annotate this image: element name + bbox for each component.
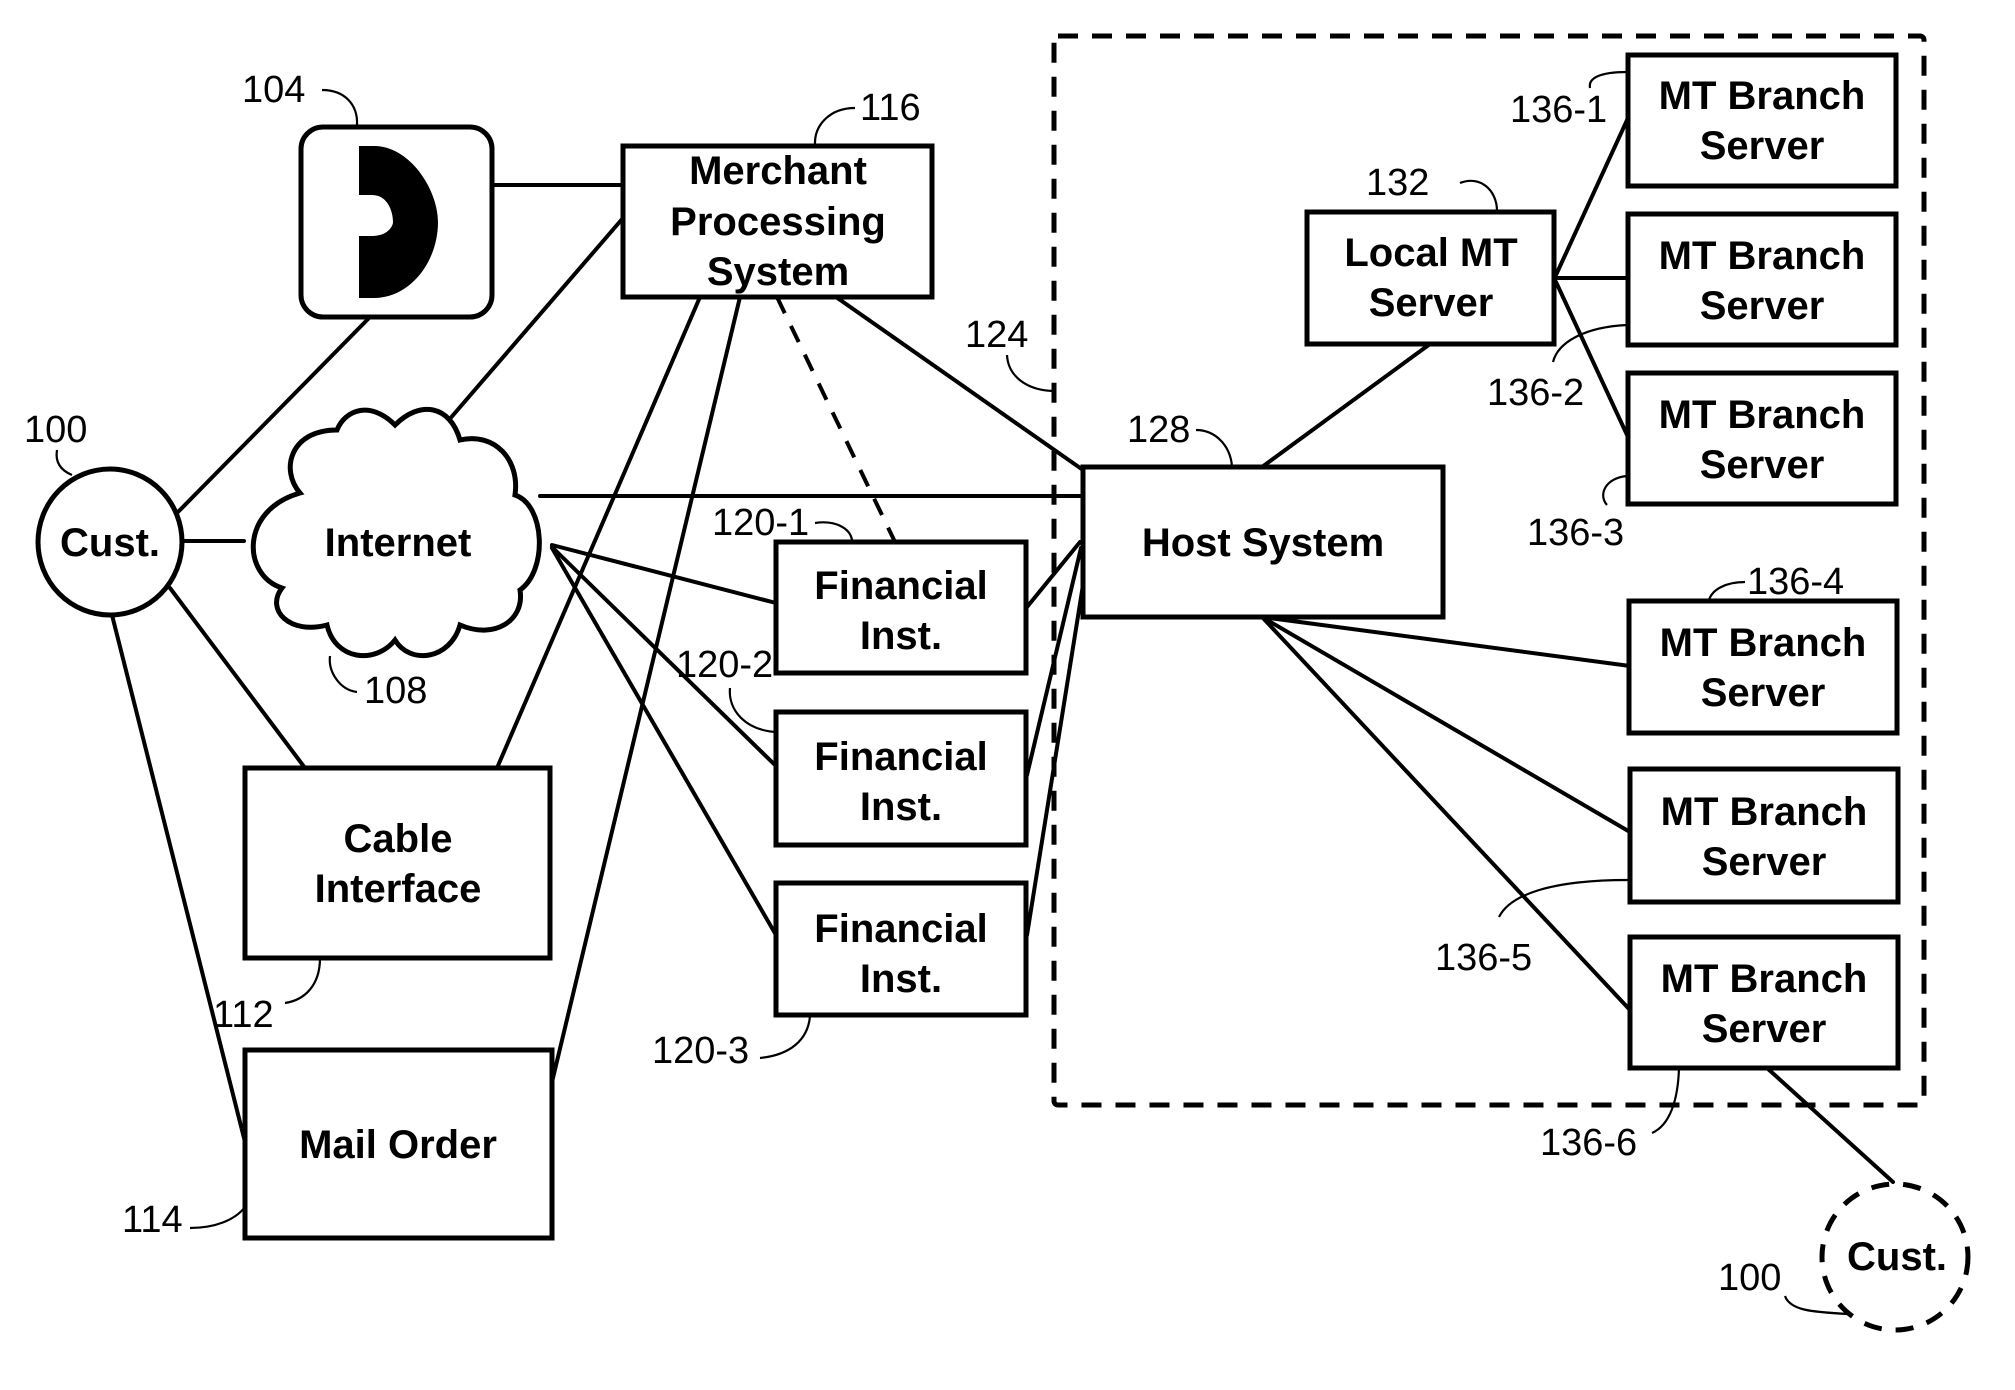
host-system-node[interactable]: Host System <box>1080 464 1446 620</box>
ref-120-3: 120-3 <box>652 1030 749 1072</box>
leader-114 <box>189 1206 246 1230</box>
financial-label-line2: Inst. <box>860 957 942 1001</box>
mt-branch-server-node-6[interactable]: MT Branch Server <box>1627 934 1901 1071</box>
local-mt-label-line2: Server <box>1369 281 1494 325</box>
remote-customer-node[interactable]: Cust. <box>1819 1181 1971 1333</box>
leader-136-3 <box>1602 474 1628 506</box>
branch-label-line1: MT Branch <box>1660 621 1867 665</box>
mt-branch-server-node-3[interactable]: MT Branch Server <box>1625 370 1899 507</box>
remote-customer-label: Cust. <box>1847 1235 1947 1279</box>
ref-136-6: 136-6 <box>1540 1122 1637 1164</box>
mt-branch-server-node-4[interactable]: MT Branch Server <box>1626 598 1900 736</box>
financial-label-line1: Financial <box>814 735 987 779</box>
leader-136-4 <box>1707 580 1746 601</box>
merchant-processing-node[interactable]: Merchant Processing System <box>620 143 935 300</box>
leader-120-1 <box>814 521 854 541</box>
leader-124 <box>1005 354 1054 393</box>
link-localmt-branch1 <box>1554 116 1630 277</box>
branch-label-line1: MT Branch <box>1659 74 1866 118</box>
ref-120-2: 120-2 <box>676 644 773 686</box>
local-mt-label-line1: Local MT <box>1344 231 1517 275</box>
link-internet-fi1 <box>550 543 778 605</box>
mt-branch-server-node-5[interactable]: MT Branch Server <box>1627 766 1901 905</box>
link-mailorder-merchant <box>550 295 742 1084</box>
ref-104: 104 <box>242 69 305 111</box>
branch-label-line2: Server <box>1701 671 1826 715</box>
cable-label-line1: Cable <box>344 817 453 861</box>
branch-label-line2: Server <box>1702 1007 1827 1051</box>
host-label: Host System <box>1142 521 1384 565</box>
leader-116 <box>813 106 856 146</box>
mail-order-label: Mail Order <box>299 1123 497 1167</box>
financial-inst-node-1[interactable]: Financial Inst. <box>773 539 1029 676</box>
leader-108 <box>328 655 358 694</box>
branch-label-line1: MT Branch <box>1661 790 1868 834</box>
leader-136-6 <box>1651 1067 1681 1135</box>
ref-116: 116 <box>860 87 921 129</box>
financial-label-line1: Financial <box>814 564 987 608</box>
telephone-node[interactable] <box>298 124 495 320</box>
leader-128 <box>1195 428 1234 467</box>
mt-branch-server-node-1[interactable]: MT Branch Server <box>1625 52 1899 189</box>
branch-label-line1: MT Branch <box>1659 393 1866 437</box>
link-cust-mailorder <box>110 613 247 1144</box>
merchant-label-line3: System <box>707 250 849 294</box>
branch-label-line2: Server <box>1700 284 1825 328</box>
network-diagram: Cust. Internet Cable Interface Mail Orde… <box>24 33 1971 1333</box>
ref-112: 112 <box>213 994 274 1036</box>
link-host-branch4 <box>1260 615 1632 668</box>
branch-label-line1: MT Branch <box>1659 234 1866 278</box>
cable-label-line2: Interface <box>315 867 482 911</box>
ref-100-remote: 100 <box>1718 1257 1781 1299</box>
link-host-branch5 <box>1260 615 1632 834</box>
ref-136-3: 136-3 <box>1527 512 1624 554</box>
link-branch6-remote-cust <box>1765 1066 1895 1184</box>
leader-120-3 <box>759 1015 812 1060</box>
leader-136-5 <box>1498 878 1629 918</box>
ref-114: 114 <box>122 1199 183 1241</box>
ref-124: 124 <box>965 314 1028 356</box>
cable-interface-node[interactable]: Cable Interface <box>242 765 553 961</box>
internet-cloud-node[interactable]: Internet <box>250 407 542 658</box>
branch-label-line2: Server <box>1700 443 1825 487</box>
customer-node[interactable]: Cust. <box>35 466 185 618</box>
ref-108: 108 <box>364 670 427 712</box>
leader-100-main <box>55 449 73 477</box>
mail-order-node[interactable]: Mail Order <box>242 1047 555 1241</box>
leader-136-1 <box>1588 70 1628 89</box>
branch-label-line1: MT Branch <box>1661 957 1868 1001</box>
leader-104 <box>321 88 359 126</box>
link-host-localmt <box>1260 342 1432 469</box>
ref-136-2: 136-2 <box>1487 372 1584 414</box>
ref-136-5: 136-5 <box>1435 937 1532 979</box>
branch-label-line2: Server <box>1702 840 1827 884</box>
merchant-label-line2: Processing <box>670 200 886 244</box>
financial-label-line2: Inst. <box>860 614 942 658</box>
ref-136-1: 136-1 <box>1510 89 1607 131</box>
merchant-label-line1: Merchant <box>689 149 867 193</box>
local-mt-server-node[interactable]: Local MT Server <box>1304 209 1557 347</box>
internet-label: Internet <box>325 521 472 565</box>
branch-label-line2: Server <box>1700 124 1825 168</box>
ref-120-1: 120-1 <box>712 502 809 544</box>
link-merchant-host <box>834 295 1085 472</box>
financial-label-line2: Inst. <box>860 785 942 829</box>
leader-132 <box>1459 179 1499 212</box>
ref-132: 132 <box>1366 162 1429 204</box>
ref-128: 128 <box>1127 409 1190 451</box>
customer-label: Cust. <box>60 521 160 565</box>
financial-inst-node-3[interactable]: Financial Inst. <box>773 880 1029 1018</box>
financial-label-line1: Financial <box>814 907 987 951</box>
ref-100-main: 100 <box>24 409 87 451</box>
ref-136-4: 136-4 <box>1747 561 1844 603</box>
financial-inst-node-2[interactable]: Financial Inst. <box>773 709 1029 848</box>
leader-112 <box>284 957 322 1005</box>
mt-branch-server-node-2[interactable]: MT Branch Server <box>1625 211 1899 348</box>
